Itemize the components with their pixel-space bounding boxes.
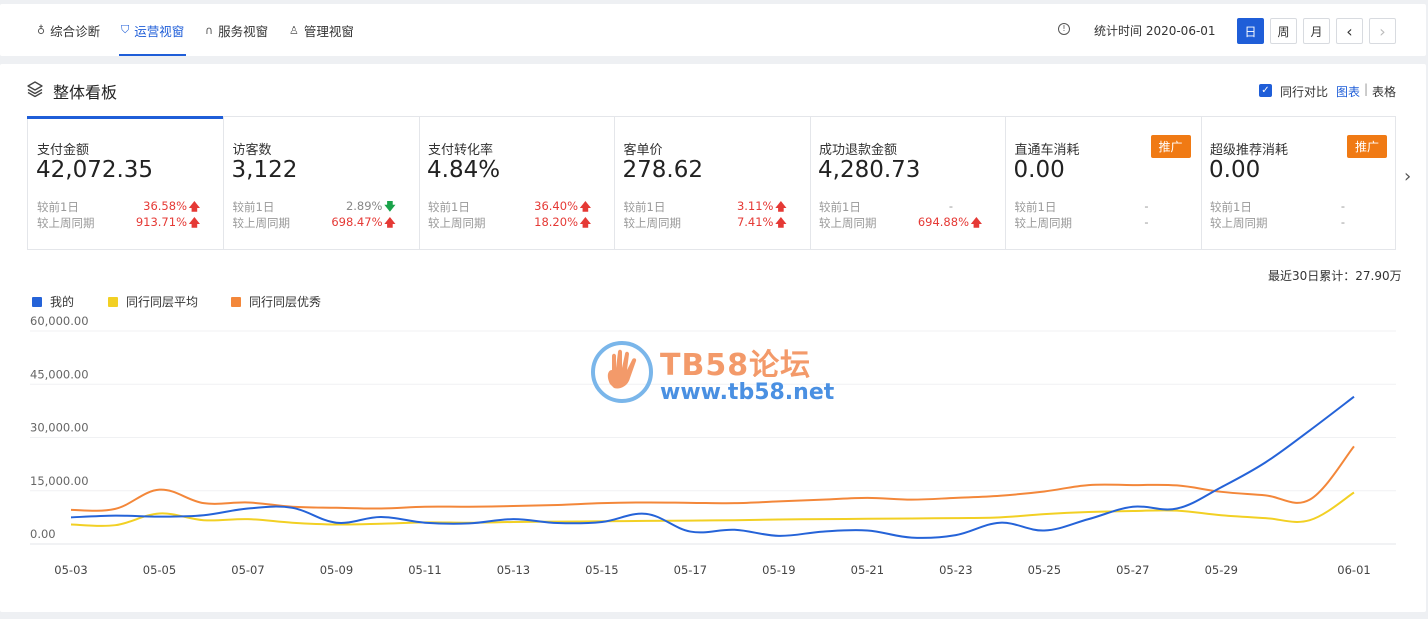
stat-time: 统计时间 2020-06-01	[1094, 24, 1216, 38]
x-tick-label: 05-15	[585, 563, 618, 577]
x-tick-label: 05-11	[408, 563, 441, 577]
tab-label: 管理视窗	[303, 23, 354, 39]
tab-management-view[interactable]: ♙ 管理视窗	[289, 4, 354, 56]
tab-label: 运营视窗	[134, 23, 185, 39]
trend-line-chart: 60,000.00 45,000.00 30,000.00 15,000.00 0.00…	[30, 314, 1396, 577]
watermark-title: TB58论坛	[660, 348, 812, 383]
watermark-url: www.tb58.net	[660, 380, 835, 405]
headset-icon: ∩	[205, 23, 214, 37]
tab-label: 综合诊断	[50, 23, 101, 39]
top-nav-bar: ♁ 综合诊断 ⛉ 运营视窗 ∩ 服务视窗 ♙ 管理视窗 ! 统计时间 2020-…	[0, 4, 1426, 56]
y-tick-label: 15,000.00	[30, 474, 89, 488]
y-tick-label: 0.00	[30, 527, 56, 541]
x-tick-label: 05-07	[231, 563, 264, 577]
x-tick-label: 05-13	[497, 563, 530, 577]
shield-icon: ⛉	[121, 23, 130, 36]
x-tick-label: 05-21	[851, 563, 884, 577]
tab-service-view[interactable]: ∩ 服务视窗	[205, 4, 268, 56]
medal-icon: ♙	[289, 23, 299, 37]
tab-operations-view[interactable]: ⛉ 运营视窗	[118, 4, 187, 56]
x-tick-label: 05-05	[143, 563, 176, 577]
y-tick-label: 60,000.00	[30, 314, 89, 328]
overall-board-panel: 整体看板 ✓ 同行对比 图表 | 表格 支付金额 42,072.35 较前1日 36.…	[0, 64, 1426, 612]
x-tick-label: 05-09	[320, 563, 353, 577]
x-tick-label: 05-17	[674, 563, 707, 577]
prev-date-button[interactable]: ‹	[1336, 18, 1363, 44]
tab-comprehensive-diagnosis[interactable]: ♁ 综合诊断	[37, 4, 100, 56]
series-line-2	[70, 445, 1355, 512]
next-date-button[interactable]: ›	[1369, 18, 1396, 44]
hand-logo-icon	[591, 341, 653, 403]
range-week-button[interactable]: 周	[1270, 18, 1297, 44]
x-tick-label: 06-01	[1337, 563, 1370, 577]
x-tick-label: 05-23	[939, 563, 972, 577]
x-tick-label: 05-25	[1028, 563, 1061, 577]
series-line-0	[70, 395, 1355, 539]
y-tick-label: 45,000.00	[30, 367, 89, 381]
range-month-button[interactable]: 月	[1303, 18, 1330, 44]
range-day-button[interactable]: 日	[1237, 18, 1264, 44]
x-tick-label: 05-19	[762, 563, 795, 577]
info-icon[interactable]: !	[1058, 23, 1070, 35]
x-tick-label: 05-27	[1116, 563, 1149, 577]
x-tick-label: 05-03	[54, 563, 87, 577]
watermark: TB58论坛 www.tb58.net	[590, 340, 850, 410]
tab-label: 服务视窗	[218, 23, 269, 39]
x-tick-label: 05-29	[1205, 563, 1238, 577]
bulb-icon: ♁	[37, 23, 46, 37]
y-tick-label: 30,000.00	[30, 421, 89, 435]
